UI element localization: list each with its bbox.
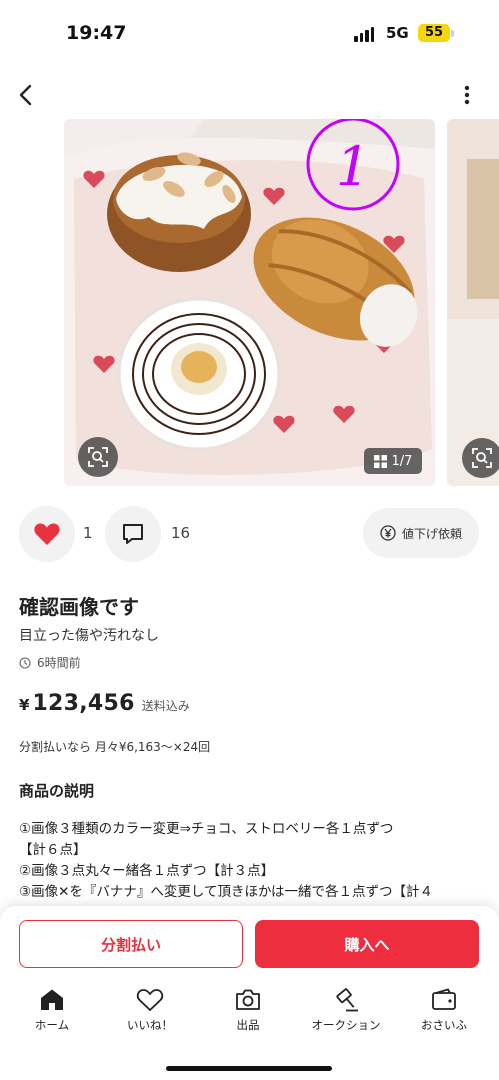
item-condition: 目立った傷や汚れなし	[19, 628, 159, 644]
battery-tip	[451, 30, 454, 37]
network-type: 5G	[386, 24, 409, 42]
comment-button[interactable]	[105, 506, 161, 562]
next-photo-preview[interactable]	[447, 119, 499, 486]
heart-icon	[34, 523, 60, 545]
tab-auction[interactable]: オークション	[301, 988, 391, 1033]
clock-icon	[19, 656, 31, 669]
description-heading: 商品の説明	[19, 782, 95, 800]
like-count: 1	[83, 524, 93, 542]
home-icon	[41, 989, 63, 1010]
like-button[interactable]	[19, 506, 75, 562]
price-row: ¥ 123,456 送料込み	[19, 691, 190, 716]
wallet-icon	[432, 988, 456, 1010]
signal-icon	[354, 26, 374, 42]
home-indicator	[166, 1066, 332, 1071]
tab-label: おさいふ	[421, 1018, 467, 1032]
shipping-label: 送料込み	[141, 699, 190, 713]
gavel-icon	[336, 988, 358, 1012]
tab-label: いいね！	[127, 1018, 173, 1032]
description-line: 【計６点】	[19, 842, 87, 858]
description-line: ③画像✕を『バナナ』へ変更して頂きほかは一緒で各１点ずつ【計４	[19, 884, 433, 900]
comment-icon	[123, 524, 143, 544]
yen-circle-icon	[380, 525, 396, 541]
tab-label: 出品	[236, 1018, 260, 1032]
price-down-label: 値下げ依頼	[401, 526, 462, 541]
tab-label: ホーム	[34, 1018, 70, 1032]
tab-home[interactable]: ホーム	[7, 988, 97, 1033]
installment-text: 分割払いなら 月々¥6,163〜×24回	[19, 740, 211, 754]
heart-outline-icon	[136, 989, 164, 1012]
description-line: ②画像３点丸々ー緒各１点ずつ【計３点】	[19, 863, 275, 879]
scan-search-icon	[472, 448, 492, 468]
more-options-button[interactable]	[458, 82, 476, 108]
description-line: ①画像３種類のカラー変更⇒チョコ、ストロベリー各１点ずつ	[19, 821, 394, 837]
scan-search-icon	[88, 447, 108, 467]
comment-count: 16	[171, 524, 191, 542]
tab-likes[interactable]: いいね！	[105, 988, 195, 1033]
split-payment-button[interactable]: 分割払い	[19, 920, 243, 968]
posted-time-row: 6時間前	[19, 654, 81, 671]
camera-icon	[236, 989, 260, 1010]
status-time: 19:47	[66, 22, 127, 44]
item-title: 確認画像です	[19, 595, 139, 619]
price-value: 123,456	[32, 691, 135, 716]
battery-icon: 55	[418, 24, 450, 42]
next-image-search-button[interactable]	[462, 438, 499, 478]
posted-time: 6時間前	[37, 656, 81, 670]
tab-label: オークション	[311, 1018, 381, 1032]
back-button[interactable]	[12, 80, 42, 110]
photo-counter[interactable]: 1/7	[364, 448, 422, 474]
description-body: ①画像３種類のカラー変更⇒チョコ、ストロベリー各１点ずつ 【計６点】 ②画像３点…	[19, 819, 489, 903]
price-symbol: ¥	[19, 696, 30, 714]
tab-wallet[interactable]: おさいふ	[399, 988, 489, 1033]
product-photo-image: 1	[64, 119, 435, 486]
next-photo-image	[447, 119, 499, 486]
image-search-button[interactable]	[78, 437, 118, 477]
tab-sell[interactable]: 出品	[203, 988, 293, 1033]
photo-counter-text: 1/7	[391, 453, 413, 469]
more-vertical-icon	[464, 85, 470, 105]
chevron-left-icon	[19, 84, 32, 106]
photo-number-mark: 1	[336, 135, 370, 198]
buy-button[interactable]: 購入へ	[255, 920, 479, 968]
price-down-request-button[interactable]: 値下げ依頼	[363, 508, 479, 558]
grid-icon	[373, 454, 387, 468]
product-photo[interactable]: 1	[64, 119, 435, 486]
